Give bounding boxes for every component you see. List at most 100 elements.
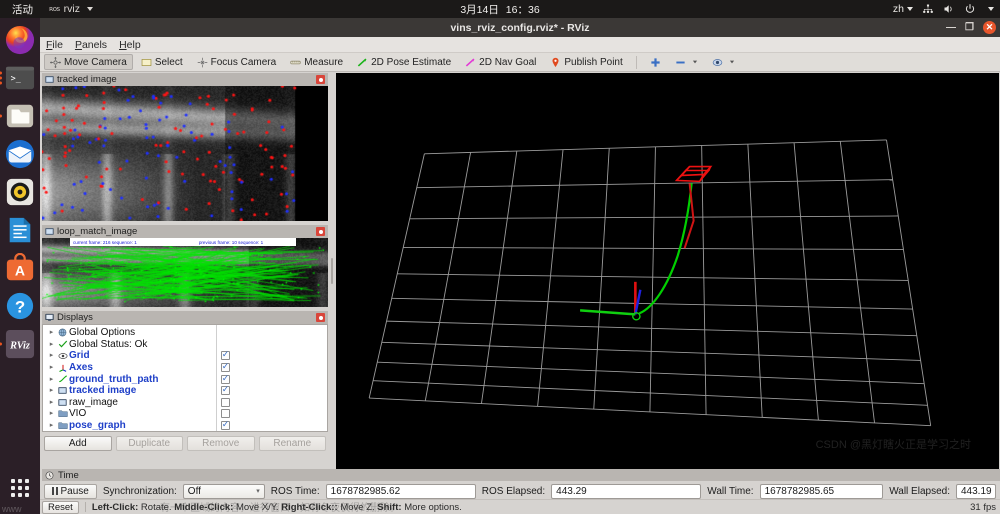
clock-date: 3月14日 <box>460 4 499 16</box>
checkbox-row[interactable] <box>217 408 327 420</box>
add-tool-button[interactable] <box>644 54 667 70</box>
tree-item-grid[interactable]: ▸ Grid <box>43 350 216 362</box>
chevron-right-icon[interactable]: ▸ <box>47 376 56 383</box>
tool-move-camera[interactable]: Move Camera <box>44 54 133 70</box>
hint-key-middle-click: Middle-Click: <box>174 502 233 513</box>
chevron-right-icon[interactable]: ▸ <box>47 364 56 371</box>
checkbox-row[interactable] <box>217 385 327 397</box>
displays-panel-icon <box>45 313 54 322</box>
reset-button[interactable]: Reset <box>42 501 79 514</box>
panel-header[interactable]: tracked image <box>42 73 328 86</box>
panel-header[interactable]: loop_match_image <box>42 225 328 238</box>
loop-match-image-view[interactable]: current frame: 216 sequence: 1 previous … <box>42 238 328 307</box>
horizontal-splitter[interactable] <box>328 72 336 469</box>
clock[interactable]: 3月14日 16：36 <box>0 2 1000 17</box>
chevron-down-icon[interactable] <box>988 7 994 11</box>
checkbox-row[interactable] <box>217 362 327 374</box>
chevron-right-icon[interactable]: ▸ <box>47 399 56 406</box>
menu-file[interactable]: File <box>46 39 63 51</box>
tool-select[interactable]: Select <box>135 54 189 70</box>
dock-item-help[interactable]: ? <box>4 290 36 322</box>
tree-item-vio[interactable]: ▸ VIO <box>43 408 216 420</box>
menu-help[interactable]: Help <box>119 39 141 51</box>
tool-2d-nav-goal[interactable]: 2D Nav Goal <box>459 54 542 70</box>
close-icon[interactable] <box>316 227 325 236</box>
topbar-app-menu[interactable]: ʀᴏs rviz <box>43 3 99 15</box>
chevron-down-icon <box>87 7 93 11</box>
checkbox-row[interactable] <box>217 397 327 409</box>
chevron-right-icon[interactable]: ▸ <box>47 352 56 359</box>
checkbox-axes[interactable] <box>221 363 230 372</box>
panel-tracked-image: tracked image <box>42 73 328 221</box>
dock-item-rviz[interactable]: RViz <box>4 328 36 360</box>
wall-time-label: Wall Time: <box>707 486 753 497</box>
activities-button[interactable]: 活动 <box>0 2 43 17</box>
maximize-button[interactable]: ❐ <box>965 23 974 33</box>
checkbox-row <box>217 327 327 339</box>
tool-2d-pose-estimate[interactable]: 2D Pose Estimate <box>351 54 457 70</box>
chevron-right-icon[interactable]: ▸ <box>47 329 56 336</box>
time-panel-header[interactable]: Time <box>42 469 1000 481</box>
tree-item-ground-truth-path[interactable]: ▸ ground_truth_path <box>43 373 216 385</box>
tree-item-tracked-image[interactable]: ▸ tracked image <box>43 385 216 397</box>
close-icon[interactable] <box>316 75 325 84</box>
close-button[interactable]: ✕ <box>983 21 996 34</box>
sync-combobox[interactable]: Off ▾ <box>183 484 265 499</box>
tree-item-axes[interactable]: ▸ Axes <box>43 362 216 374</box>
checkbox-vio[interactable] <box>221 409 230 418</box>
network-icon[interactable] <box>922 3 934 15</box>
displays-tree[interactable]: ▸ Global Options ▸ Global Status: Ok ▸ G… <box>42 324 328 432</box>
panel-header[interactable]: Displays <box>42 311 328 324</box>
volume-icon[interactable] <box>943 3 955 15</box>
pause-button[interactable]: Pause <box>44 484 97 499</box>
wall-elapsed-field[interactable]: 443.19 <box>956 484 996 499</box>
add-button[interactable]: Add <box>44 436 112 451</box>
render-view-3d[interactable]: CSDN @黑灯瞎火正是学习之时 <box>336 73 999 469</box>
ros-time-field[interactable]: 1678782985.62 <box>326 484 476 499</box>
checkbox-row[interactable] <box>217 350 327 362</box>
minimize-button[interactable]: — <box>946 23 956 33</box>
close-icon[interactable] <box>316 313 325 322</box>
dock-item-ubuntu-software[interactable]: A <box>4 252 36 284</box>
menu-panels[interactable]: Panels <box>75 39 107 51</box>
firefox-icon <box>5 25 35 55</box>
chevron-right-icon[interactable]: ▸ <box>47 422 56 429</box>
tool-properties-button[interactable] <box>706 54 741 70</box>
chevron-right-icon[interactable]: ▸ <box>47 410 56 417</box>
dock-item-firefox[interactable] <box>4 24 36 56</box>
window-title-bar[interactable]: vins_rviz_config.rviz* - RViz — ❐ ✕ <box>40 18 1000 37</box>
show-applications-button[interactable] <box>4 472 36 504</box>
checkbox-pose-graph[interactable] <box>221 421 230 430</box>
dock-item-rhythmbox[interactable] <box>4 176 36 208</box>
power-icon[interactable] <box>964 3 976 15</box>
tree-item-global-status[interactable]: ▸ Global Status: Ok <box>43 339 216 351</box>
checkbox-tracked-image[interactable] <box>221 386 230 395</box>
tool-focus-camera[interactable]: Focus Camera <box>191 54 283 70</box>
checkbox-raw-image[interactable] <box>221 398 230 407</box>
help-icon: ? <box>5 291 35 321</box>
checkbox-ground-truth-path[interactable] <box>221 375 230 384</box>
remove-tool-button[interactable] <box>669 54 704 70</box>
tree-item-raw-image[interactable]: ▸ raw_image <box>43 397 216 409</box>
tree-item-pose-graph[interactable]: ▸ pose_graph <box>43 420 216 432</box>
checkbox-grid[interactable] <box>221 351 230 360</box>
tracked-image-view[interactable] <box>42 86 328 221</box>
chevron-right-icon[interactable]: ▸ <box>47 341 56 348</box>
dock-item-terminal[interactable]: >_ <box>4 62 36 94</box>
tool-publish-point[interactable]: Publish Point <box>544 54 628 70</box>
dock-item-files[interactable] <box>4 100 36 132</box>
system-tray[interactable]: zh <box>893 0 994 18</box>
tool-measure[interactable]: Measure <box>284 54 349 70</box>
tree-item-global-options[interactable]: ▸ Global Options <box>43 327 216 339</box>
checkbox-row[interactable] <box>217 373 327 385</box>
hint-action-left-click: Rotate. <box>138 502 171 513</box>
chevron-right-icon[interactable]: ▸ <box>47 387 56 394</box>
dock-item-libreoffice-writer[interactable] <box>4 214 36 246</box>
gnome-top-bar: 活动 ʀᴏs rviz 3月14日 16：36 zh <box>0 0 1000 18</box>
language-indicator[interactable]: zh <box>893 3 913 15</box>
ros-elapsed-field[interactable]: 443.29 <box>551 484 701 499</box>
checkbox-row[interactable] <box>217 420 327 432</box>
splitter-grip <box>331 258 333 284</box>
wall-time-field[interactable]: 1678782985.65 <box>760 484 884 499</box>
dock-item-thunderbird[interactable] <box>4 138 36 170</box>
